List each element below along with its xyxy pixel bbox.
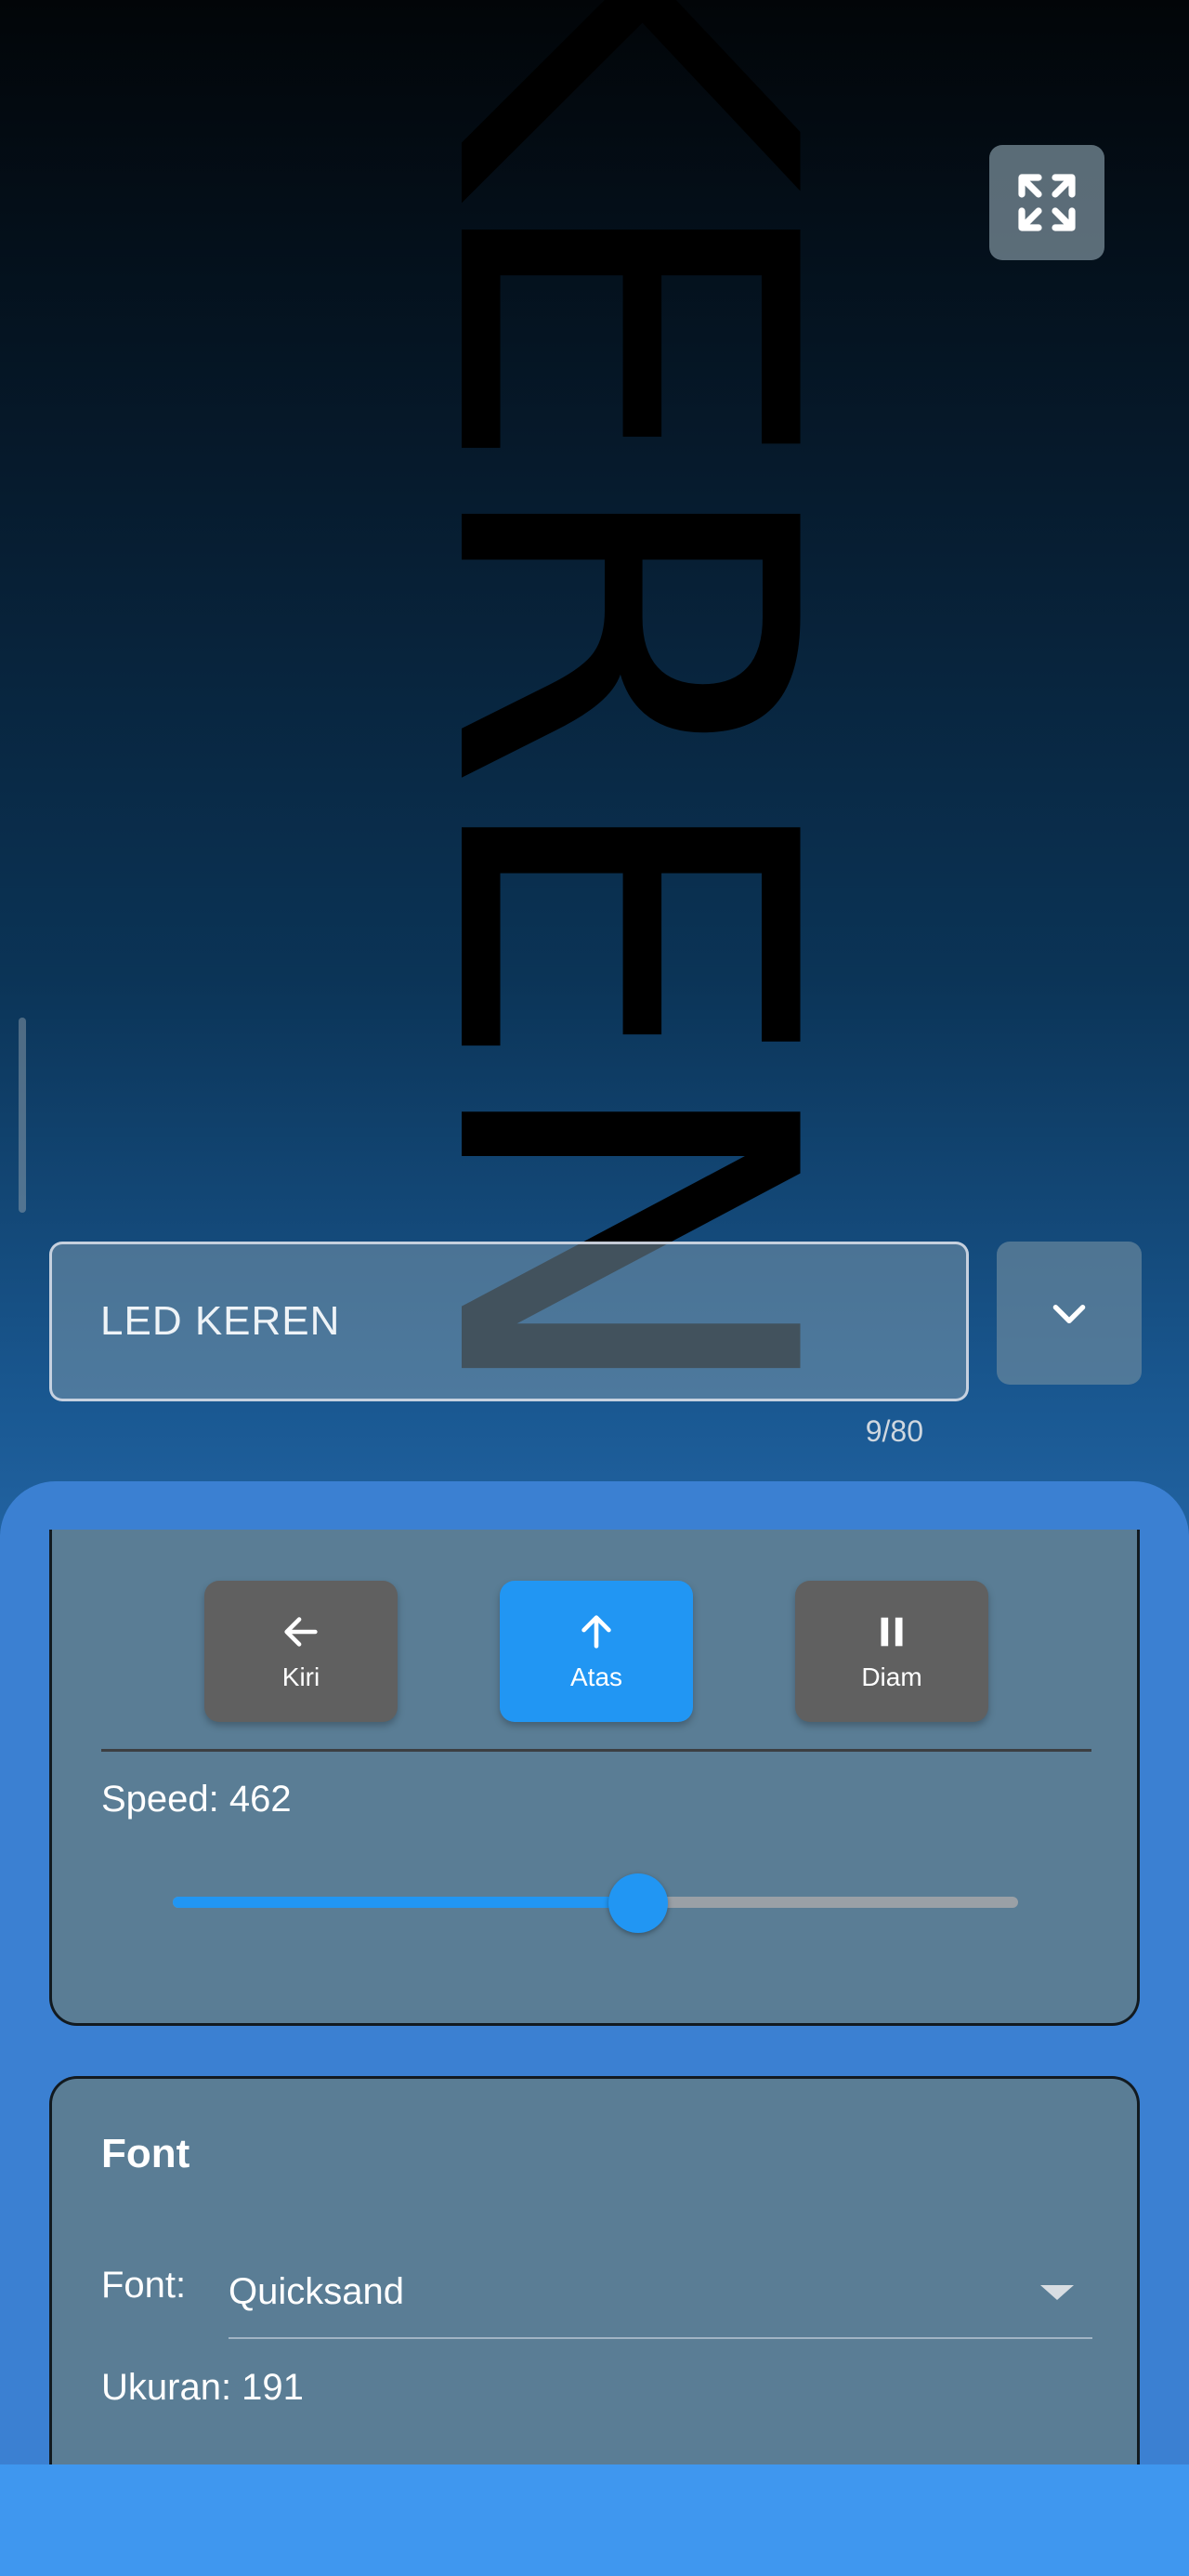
character-counter: 9/80 — [865, 1414, 923, 1448]
font-card: Font Font: Quicksand Ukuran: 191 — [49, 2076, 1140, 2466]
direction-pause-button[interactable]: Diam — [795, 1581, 988, 1722]
font-select-value: Quicksand — [229, 2270, 404, 2312]
arrow-left-icon — [284, 1617, 318, 1647]
collapse-panel-button[interactable] — [997, 1242, 1142, 1385]
led-display-text: KEREN — [353, 0, 855, 1405]
speed-label: Speed: 462 — [101, 1779, 292, 1820]
direction-up-button[interactable]: Atas — [500, 1581, 693, 1722]
slider-fill — [173, 1897, 638, 1908]
font-select[interactable]: Quicksand — [229, 2246, 1092, 2339]
font-section-title: Font — [101, 2131, 190, 2176]
direction-speed-card: Kiri Atas Diam Speed: 462 — [49, 1530, 1140, 2026]
divider — [101, 1749, 1091, 1752]
font-size-label: Ukuran: 191 — [101, 2367, 304, 2408]
led-text-input[interactable]: LED KEREN — [49, 1242, 969, 1401]
slider-thumb[interactable] — [608, 1873, 668, 1933]
direction-left-label: Kiri — [281, 1663, 320, 1691]
font-label: Font: — [101, 2265, 187, 2306]
bottom-bar — [0, 2464, 1189, 2576]
speed-slider[interactable] — [173, 1873, 1018, 1933]
pause-icon — [881, 1617, 903, 1647]
arrow-up-icon — [581, 1615, 611, 1649]
direction-pause-label: Diam — [861, 1663, 922, 1691]
direction-up-label: Atas — [569, 1663, 623, 1691]
chevron-down-icon — [1052, 1305, 1086, 1324]
settings-panel: Kiri Atas Diam Speed: 462 Font Font: Qui… — [0, 1481, 1189, 2466]
fullscreen-icon — [1018, 174, 1076, 231]
scroll-indicator[interactable] — [19, 1018, 26, 1213]
direction-left-button[interactable]: Kiri — [204, 1581, 398, 1722]
fullscreen-button[interactable] — [989, 145, 1104, 260]
dropdown-caret-icon — [1040, 2285, 1074, 2300]
